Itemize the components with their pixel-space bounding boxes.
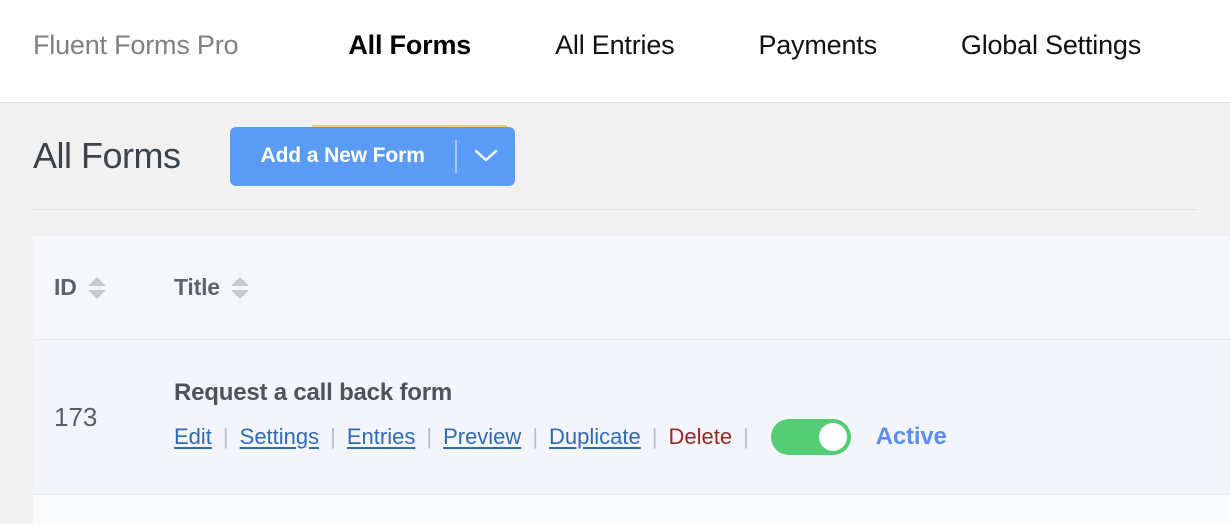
tab-all-entries-label: All Entries xyxy=(555,30,675,60)
form-id: 173 xyxy=(54,401,98,432)
form-status-toggle[interactable] xyxy=(770,419,851,455)
nav-items: Fluent Forms Pro All Forms All Entries P… xyxy=(0,0,1183,131)
toggle-knob xyxy=(818,423,847,451)
tab-all-entries[interactable]: All Entries xyxy=(513,30,716,103)
page-header-inner: All Forms Add a New Form xyxy=(33,103,1197,210)
page-title: All Forms xyxy=(33,135,181,176)
tab-all-forms-label: All Forms xyxy=(348,30,472,60)
action-separator: | xyxy=(330,424,336,449)
forms-table: ID Title 173 Request a call back form Ed… xyxy=(33,236,1230,524)
tab-global-settings-label: Global Settings xyxy=(960,30,1141,60)
delete-link[interactable]: Delete xyxy=(668,424,732,450)
action-separator: | xyxy=(426,424,433,449)
table-row: 173 Request a call back form Edit | Sett… xyxy=(33,340,1230,495)
tab-payments[interactable]: Payments xyxy=(716,30,918,103)
add-new-form-button[interactable]: Add a New Form xyxy=(229,126,515,186)
column-header-title-label: Title xyxy=(174,274,220,300)
add-new-form-button-label: Add a New Form xyxy=(260,144,425,167)
action-separator: | xyxy=(222,424,229,449)
tab-all-forms[interactable]: All Forms xyxy=(306,30,513,131)
chevron-down-icon[interactable] xyxy=(457,148,515,164)
form-title: Request a call back form xyxy=(174,379,452,406)
form-row-main: Request a call back form Edit | Settings… xyxy=(174,379,1230,455)
edit-link[interactable]: Edit xyxy=(174,424,212,450)
column-header-id[interactable]: ID xyxy=(33,274,174,301)
entries-link[interactable]: Entries xyxy=(347,424,415,450)
column-header-title[interactable]: Title xyxy=(174,274,1230,301)
form-row-actions: Edit | Settings | Entries | Preview | Du… xyxy=(174,419,1210,455)
top-navigation-bar: Fluent Forms Pro All Forms All Entries P… xyxy=(0,0,1230,131)
table-row-partial xyxy=(33,495,1230,524)
preview-link[interactable]: Preview xyxy=(443,424,521,450)
sort-arrows-icon[interactable] xyxy=(230,276,249,299)
settings-link[interactable]: Settings xyxy=(240,424,320,450)
form-status-label: Active xyxy=(875,423,947,450)
column-header-id-label: ID xyxy=(54,274,77,300)
brand-label: Fluent Forms Pro xyxy=(33,30,239,60)
action-separator: | xyxy=(743,424,749,449)
tab-global-settings[interactable]: Global Settings xyxy=(919,30,1183,103)
tab-payments-label: Payments xyxy=(758,30,877,60)
page-header: All Forms Add a New Form xyxy=(0,103,1230,210)
table-header-row: ID Title xyxy=(33,236,1230,340)
sort-arrows-icon[interactable] xyxy=(87,276,106,299)
action-separator: | xyxy=(532,424,539,449)
duplicate-link[interactable]: Duplicate xyxy=(549,424,641,450)
action-separator: | xyxy=(651,424,658,449)
